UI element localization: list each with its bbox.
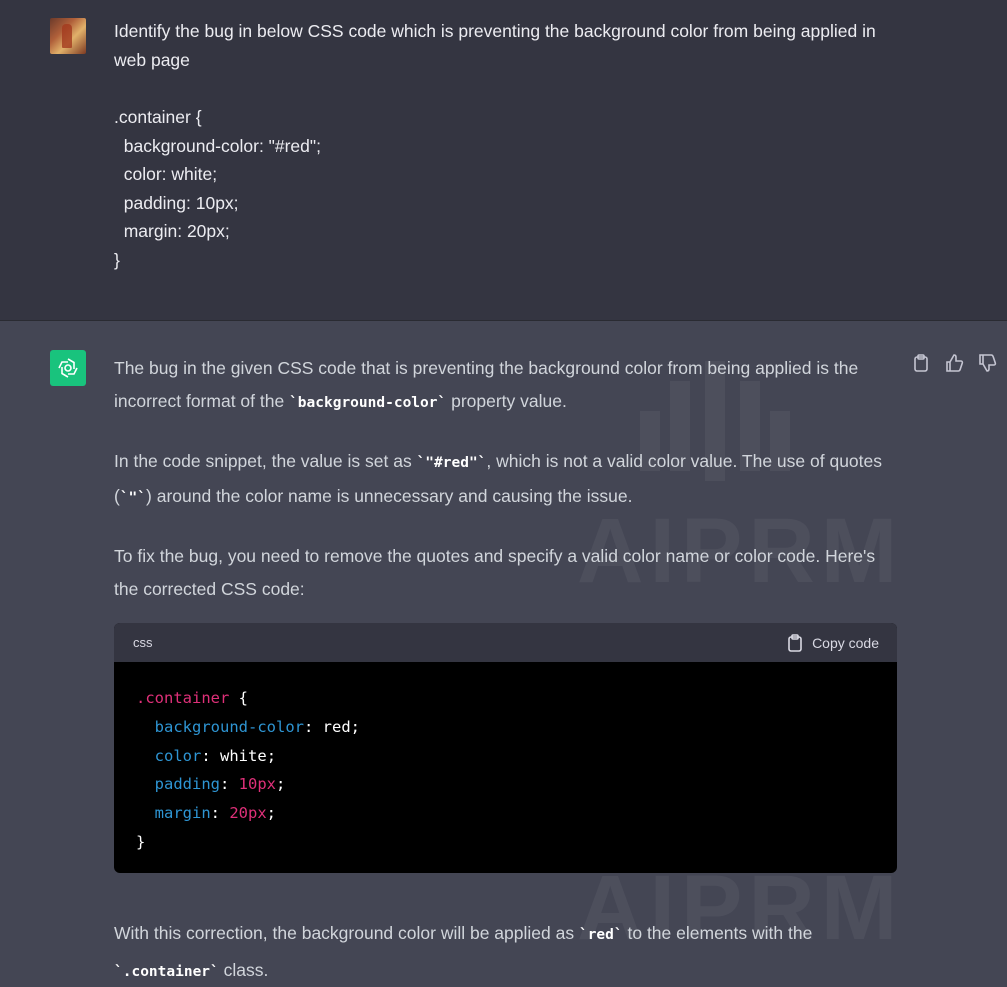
assistant-avatar — [50, 350, 86, 386]
user-code-line: .container { — [114, 107, 202, 127]
assistant-paragraph: With this correction, the background col… — [114, 916, 904, 987]
code-content: .container { background-color: red; colo… — [114, 662, 897, 857]
inline-code: `.container` — [114, 964, 219, 980]
assistant-message: AIPRM AIPRM The bug in the given CSS cod… — [0, 321, 1007, 987]
code-line: background-color: red; — [154, 717, 360, 736]
assistant-paragraph: To fix the bug, you need to remove the q… — [114, 546, 876, 599]
clipboard-icon[interactable] — [911, 353, 931, 373]
code-property: margin — [154, 804, 211, 823]
code-value: white — [220, 746, 267, 765]
text-span: class. — [218, 960, 269, 980]
user-message: Identify the bug in below CSS code which… — [0, 0, 1007, 321]
user-prompt: Identify the bug in below CSS code which… — [114, 21, 876, 70]
user-code-line: background-color: "#red"; — [114, 135, 321, 156]
text-span: ) around the color name is unnecessary a… — [146, 486, 633, 506]
code-property: padding — [154, 775, 220, 794]
code-property: color — [154, 746, 202, 765]
code-selector: .container — [136, 689, 230, 707]
text-span: With this correction, the background col… — [114, 923, 579, 943]
code-value: red — [322, 717, 351, 736]
code-value: 20px — [229, 804, 267, 823]
code-block-header: css Copy code — [114, 623, 897, 662]
user-code-line: color: white; — [114, 164, 218, 184]
user-code-line: margin: 20px; — [114, 221, 230, 241]
user-code-snippet: .container { background-color: "#red"; c… — [114, 103, 904, 274]
assistant-paragraph: In the code snippet, the value is set as… — [114, 445, 904, 515]
thumbs-up-icon[interactable] — [944, 353, 964, 373]
text-span: to the elements with the — [622, 923, 813, 943]
user-code-line: } — [114, 249, 120, 270]
inline-code: `red` — [578, 927, 623, 943]
code-block: css Copy code .container { background-co… — [114, 623, 897, 873]
inline-code: `background-color` — [289, 395, 447, 411]
code-brace: { — [229, 689, 248, 707]
user-avatar — [50, 18, 86, 54]
inline-code: `"` — [119, 490, 147, 506]
code-property: background-color — [154, 717, 304, 736]
code-line: } — [136, 832, 146, 851]
code-line: color: white; — [154, 746, 277, 765]
openai-logo-icon — [58, 358, 78, 378]
assistant-paragraph: The bug in the given CSS code that is pr… — [114, 352, 904, 420]
code-value: 10px — [238, 775, 276, 794]
text-span: In the code snippet, the value is set as — [114, 451, 417, 471]
copy-code-label: Copy code — [812, 634, 879, 651]
text-span: property value. — [446, 391, 567, 411]
copy-code-button[interactable]: Copy code — [787, 633, 879, 652]
code-line: .container { — [136, 684, 897, 713]
code-line: padding: 10px; — [154, 775, 286, 794]
code-line: margin: 20px; — [154, 804, 277, 823]
user-message-text: Identify the bug in below CSS code which… — [114, 17, 904, 274]
clipboard-icon — [788, 633, 802, 652]
inline-code: `"#red"` — [416, 455, 487, 471]
assistant-message-text: The bug in the given CSS code that is pr… — [114, 352, 904, 631]
user-code-line: padding: 10px; — [114, 192, 239, 213]
code-language-label: css — [133, 635, 153, 650]
message-actions — [911, 353, 997, 373]
thumbs-down-icon[interactable] — [977, 353, 997, 373]
